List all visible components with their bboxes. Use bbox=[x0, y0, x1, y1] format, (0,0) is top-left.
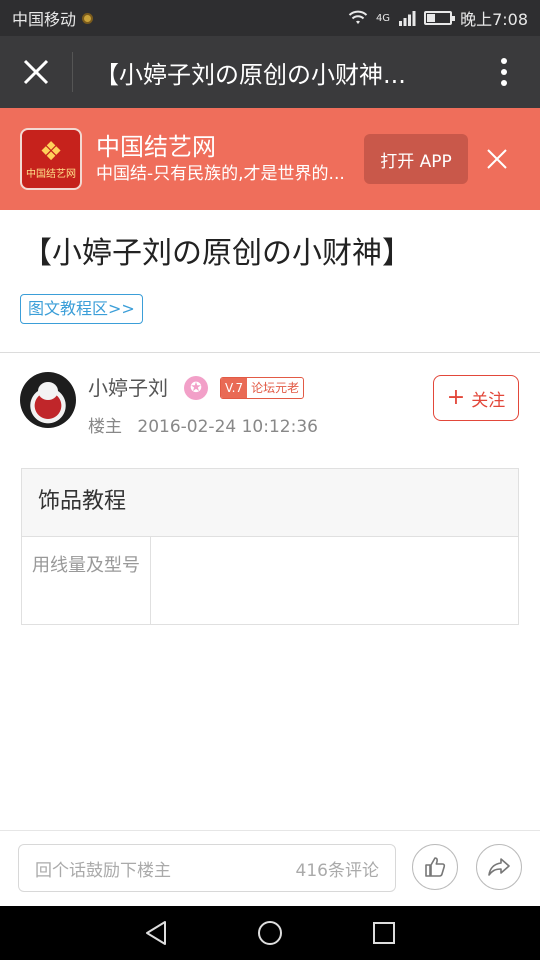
app-logo[interactable]: ❖ 中国结艺网 bbox=[20, 128, 82, 190]
comment-count[interactable]: 416条评论 bbox=[296, 856, 379, 881]
table-row-value bbox=[151, 537, 518, 624]
banner-close-button[interactable] bbox=[482, 144, 512, 174]
system-nav-bar bbox=[0, 906, 540, 960]
page-title: 【小婷子刘の原创の小财神... bbox=[95, 60, 406, 89]
table-header: 饰品教程 bbox=[22, 469, 518, 537]
close-icon bbox=[23, 59, 49, 85]
avatar-face bbox=[38, 382, 58, 400]
open-app-button[interactable]: 打开 APP bbox=[364, 134, 468, 184]
post-title: 【小婷子刘の原创の小财神】 bbox=[22, 236, 412, 271]
signal-icon bbox=[399, 11, 416, 26]
user-level-badge: V.7 论坛元老 bbox=[220, 377, 305, 399]
author-meta: 楼主 2016-02-24 10:12:36 bbox=[88, 412, 328, 437]
follow-label: 关注 bbox=[471, 390, 506, 411]
follow-button[interactable]: + 关注 bbox=[433, 375, 519, 421]
medal-icon: ✪ bbox=[184, 376, 208, 400]
comment-input[interactable]: 回个话鼓励下楼主 416条评论 bbox=[18, 844, 396, 892]
comment-bar: 回个话鼓励下楼主 416条评论 bbox=[0, 830, 540, 906]
status-icons: 4G 晚上7:08 bbox=[348, 6, 528, 30]
network-type: 4G bbox=[375, 12, 391, 24]
divider bbox=[0, 352, 540, 353]
level-number: V.7 bbox=[221, 378, 248, 398]
share-button[interactable] bbox=[476, 844, 522, 890]
back-icon[interactable] bbox=[144, 920, 168, 946]
app-description: 中国结-只有民族的,才是世界的... bbox=[96, 164, 345, 184]
clock: 晚上7:08 bbox=[460, 10, 528, 29]
wifi-icon bbox=[348, 10, 368, 24]
app-download-banner: ❖ 中国结艺网 中国结艺网 中国结-只有民族的,才是世界的... 打开 APP bbox=[0, 108, 540, 210]
more-vertical-icon bbox=[501, 58, 507, 86]
home-icon[interactable] bbox=[257, 920, 283, 946]
carrier-info: 中国移动 bbox=[12, 6, 94, 30]
author-section: 小婷子刘 ✪ V.7 论坛元老 楼主 2016-02-24 10:12:36 +… bbox=[20, 372, 520, 442]
close-button[interactable] bbox=[0, 36, 72, 108]
comment-placeholder: 回个话鼓励下楼主 bbox=[35, 860, 171, 881]
app-name: 中国结艺网 bbox=[96, 133, 216, 161]
status-bar: 中国移动 4G 晚上7:08 bbox=[0, 0, 540, 36]
plus-icon: + bbox=[446, 385, 466, 410]
carrier-badge-icon bbox=[82, 12, 94, 24]
battery-fill bbox=[427, 14, 435, 22]
more-options-button[interactable] bbox=[468, 36, 540, 108]
table-row-label: 用线量及型号 bbox=[22, 537, 151, 624]
recent-apps-icon[interactable] bbox=[372, 921, 396, 945]
share-arrow-icon bbox=[488, 858, 510, 876]
thumbs-up-icon bbox=[425, 857, 446, 877]
level-rank: 论坛元老 bbox=[251, 381, 300, 395]
author-name[interactable]: 小婷子刘 bbox=[88, 372, 168, 401]
app-info: 中国结艺网 中国结-只有民族的,才是世界的... bbox=[96, 132, 354, 186]
close-icon bbox=[487, 149, 507, 169]
chinese-knot-icon: ❖ bbox=[39, 136, 63, 167]
like-button[interactable] bbox=[412, 844, 458, 890]
avatar[interactable] bbox=[20, 372, 76, 428]
category-tag-link[interactable]: 图文教程区>> bbox=[20, 294, 143, 324]
author-role: 楼主 bbox=[88, 417, 122, 437]
table-row: 用线量及型号 bbox=[22, 537, 518, 624]
top-nav-bar: 【小婷子刘の原创の小财神... bbox=[0, 36, 540, 108]
battery-icon bbox=[424, 11, 456, 25]
carrier-name: 中国移动 bbox=[12, 10, 77, 29]
spec-table: 饰品教程 用线量及型号 bbox=[21, 468, 519, 625]
post-timestamp: 2016-02-24 10:12:36 bbox=[137, 417, 318, 437]
app-logo-text: 中国结艺网 bbox=[26, 168, 76, 180]
